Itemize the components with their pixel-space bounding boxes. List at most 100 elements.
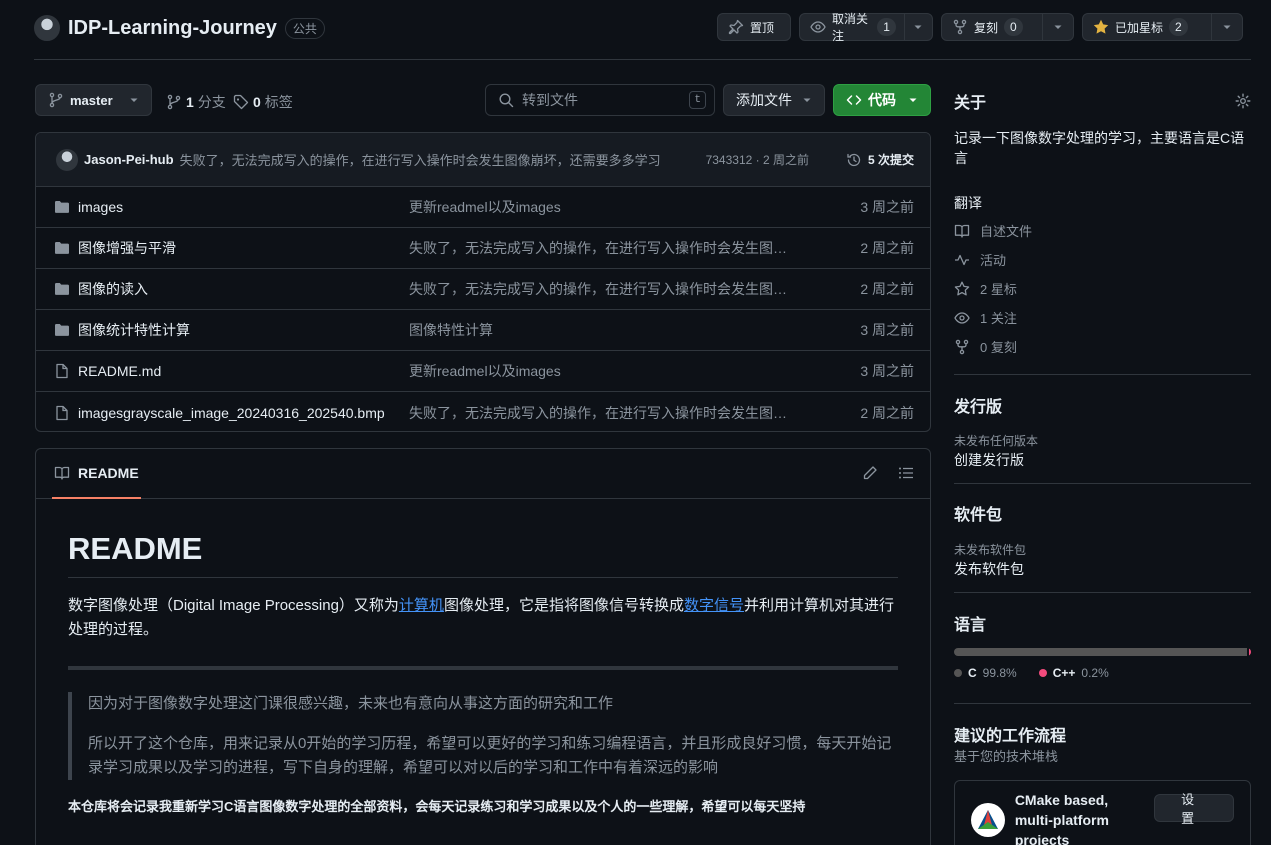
tags-count: 0 xyxy=(253,94,261,110)
folder-icon xyxy=(36,281,78,297)
fork-button[interactable]: 复刻 0 xyxy=(941,13,1074,41)
language-item[interactable]: C 99.8% xyxy=(954,666,1017,680)
commit-meta[interactable]: 7343312 · 2 周之前 xyxy=(706,151,809,168)
fork-icon xyxy=(952,19,968,35)
file-icon xyxy=(36,405,78,421)
file-commit-message[interactable]: 更新readmel以及images xyxy=(409,197,789,217)
branches-link[interactable]: 1 分支 xyxy=(166,92,226,112)
watch-dropdown[interactable] xyxy=(905,14,932,40)
readme-tab-label: README xyxy=(78,464,139,481)
fork-count: 0 xyxy=(1004,18,1023,36)
outline-list-icon[interactable] xyxy=(898,465,914,481)
readme-title: README xyxy=(68,531,898,578)
star-label: 已加星标 xyxy=(1115,20,1164,35)
file-name[interactable]: 图像增强与平滑 xyxy=(78,238,409,258)
branch-selector[interactable]: master xyxy=(35,84,152,116)
language-bar xyxy=(954,648,1251,656)
language-percent: 99.8% xyxy=(982,666,1017,680)
file-table: Jason-Pei-hub 失败了，无法完成写入的操作，在进行写入操作时会发生图… xyxy=(35,132,931,432)
commit-author-avatar[interactable] xyxy=(56,148,78,171)
tags-link[interactable]: 0 标签 xyxy=(233,92,293,112)
star-dropdown[interactable] xyxy=(1212,14,1242,40)
file-row[interactable]: 图像的读入 失败了，无法完成写入的操作，在进行写入操作时会发生图像崩坏 2 周之前 xyxy=(36,269,930,310)
fork-label: 复刻 xyxy=(974,20,999,35)
workflows-title: 建议的工作流程 xyxy=(954,728,1067,745)
link-computer[interactable]: 计算机 xyxy=(399,597,444,614)
file-row[interactable]: README.md 更新readmel以及images 3 周之前 xyxy=(36,351,930,392)
sidebar-item-fork[interactable]: 0 复刻 xyxy=(954,332,1251,361)
releases-title[interactable]: 发行版 xyxy=(954,393,1251,417)
commits-link[interactable]: 5 次提交 xyxy=(846,151,914,168)
commits-count: 5 次提交 xyxy=(867,153,914,167)
language-bar-segment xyxy=(954,648,1247,656)
file-name[interactable]: 图像的读入 xyxy=(78,279,409,299)
file-name[interactable]: images xyxy=(78,199,409,215)
chevron-down-icon xyxy=(908,95,918,105)
file-row[interactable]: imagesgrayscale_image_20240316_202540.bm… xyxy=(36,392,930,431)
file-icon xyxy=(36,363,78,379)
pulse-icon xyxy=(954,252,970,268)
file-name[interactable]: imagesgrayscale_image_20240316_202540.bm… xyxy=(78,405,409,421)
file-commit-message[interactable]: 失败了，无法完成写入的操作，在进行写入操作时会发生图像崩坏 xyxy=(409,238,789,258)
language-list: C 99.8% C++ 0.2% xyxy=(954,666,1251,680)
sidebar-item-pulse[interactable]: 活动 xyxy=(954,245,1251,274)
watch-button[interactable]: 取消关注 1 xyxy=(799,12,933,43)
file-row[interactable]: 图像统计特性计算 图像特性计算 3 周之前 xyxy=(36,310,930,351)
fork-dropdown[interactable] xyxy=(1043,14,1073,40)
language-percent: 0.2% xyxy=(1081,666,1109,680)
pin-label: 置顶 xyxy=(750,20,775,35)
star-button[interactable]: 已加星标 2 xyxy=(1082,13,1243,41)
sidebar-item-label: 2 星标 xyxy=(980,282,1017,297)
link-digital-signal[interactable]: 数字信号 xyxy=(684,597,744,614)
commit-author[interactable]: Jason-Pei-hub xyxy=(84,152,174,167)
edit-pencil-icon[interactable] xyxy=(862,465,878,481)
file-commit-message[interactable]: 失败了，无法完成写入的操作，在进行写入操作时会发生图像崩坏 xyxy=(409,403,789,423)
file-name[interactable]: README.md xyxy=(78,363,409,379)
repo-description: 记录一下图像数字处理的学习，主要语言是C语言 xyxy=(954,130,1245,166)
file-commit-message[interactable]: 失败了，无法完成写入的操作，在进行写入操作时会发生图像崩坏 xyxy=(409,279,789,299)
create-release-link[interactable]: 创建发行版 xyxy=(954,450,1251,470)
code-icon xyxy=(846,92,862,108)
gear-icon[interactable] xyxy=(1235,93,1251,109)
tab-readme[interactable]: README xyxy=(52,449,141,499)
about-items: 自述文件 活动 2 星标 1 关注 0 复刻 xyxy=(954,216,1251,361)
pin-button[interactable]: 置顶 xyxy=(717,13,791,41)
packages-title[interactable]: 软件包 xyxy=(954,501,1251,525)
file-name[interactable]: 图像统计特性计算 xyxy=(78,320,409,340)
sidebar-item-eye[interactable]: 1 关注 xyxy=(954,303,1251,332)
releases-none: 未发布任何版本 xyxy=(954,434,1039,448)
commit-message[interactable]: 失败了，无法完成写入的操作，在进行写入操作时会发生图像崩坏，还需要多多学习 xyxy=(180,150,700,169)
file-commit-message[interactable]: 图像特性计算 xyxy=(409,320,789,340)
chevron-down-icon xyxy=(1222,22,1232,32)
workflow-title: CMake based, multi-platform projects xyxy=(1014,792,1109,845)
file-list: images 更新readmel以及images 3 周之前 图像增强与平滑 失败了，无… xyxy=(36,187,930,431)
search-shortcut-key: t xyxy=(689,91,706,109)
owner-avatar[interactable] xyxy=(34,15,60,41)
file-row[interactable]: images 更新readmel以及images 3 周之前 xyxy=(36,187,930,228)
language-name: C xyxy=(968,666,977,680)
go-to-file-search[interactable]: 转到文件 t xyxy=(485,84,715,116)
cmake-logo-icon xyxy=(971,803,1005,837)
translate-link[interactable]: 翻译 xyxy=(954,193,1251,213)
sidebar-item-book[interactable]: 自述文件 xyxy=(954,216,1251,245)
file-commit-message[interactable]: 更新readmel以及images xyxy=(409,361,789,381)
tags-label: 标签 xyxy=(264,94,293,110)
fork-icon xyxy=(954,339,970,355)
language-color-dot xyxy=(1038,669,1047,677)
file-row[interactable]: 图像增强与平滑 失败了，无法完成写入的操作，在进行写入操作时会发生图像崩坏 2 周之… xyxy=(36,228,930,269)
readme-panel: README README 数字图像处理（Digital Image Proce… xyxy=(35,448,931,845)
code-button[interactable]: 代码 xyxy=(833,84,931,116)
file-commit-date: 2 周之前 xyxy=(860,240,914,256)
packages-none: 未发布软件包 xyxy=(954,543,1027,557)
workflow-setup-button[interactable]: 设置 xyxy=(1154,792,1234,826)
quote-line-1: 因为对于图像数字处理这门课很感兴趣，未来也有意向从事这方面的研究和工作 xyxy=(88,695,614,712)
publish-package-link[interactable]: 发布软件包 xyxy=(954,559,1251,579)
language-item[interactable]: C++ 0.2% xyxy=(1038,666,1109,680)
lead-text-2: 图像处理，它是指将图像信号转换成 xyxy=(443,597,684,614)
lead-text-1: 数字图像处理（Digital Image Processing）又称为 xyxy=(68,597,399,614)
branches-count: 1 xyxy=(186,94,194,110)
sidebar-item-star[interactable]: 2 星标 xyxy=(954,274,1251,303)
add-file-button[interactable]: 添加文件 xyxy=(723,84,825,116)
repo-name[interactable]: IDP-Learning-Journey xyxy=(68,17,277,40)
language-color-dot xyxy=(954,669,962,677)
